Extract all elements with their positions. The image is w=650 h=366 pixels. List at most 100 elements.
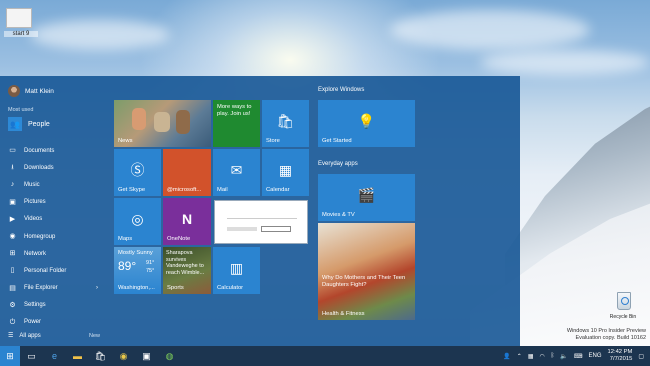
system-tray: 👤 ⌃ ▦ ◠ ᛒ 🔈 ⌨ ENG 12:42 PM 7/7/2015 ▢ [503,346,644,366]
power-icon: ⏻ [9,318,16,326]
file-explorer-button[interactable]: ▬ [66,346,89,366]
menu-item-file-explorer[interactable]: ▤ File Explorer › [0,280,110,297]
chrome-icon: ◉ [119,350,128,361]
start-menu-left-pane: Matt Klein Most used 👥 People ▭ Documents… [0,76,110,346]
skype-icon: Ⓢ [130,162,145,179]
tile-get-skype[interactable]: Ⓢ Get Skype [114,149,161,196]
menu-item-label: Pictures [24,199,46,206]
dialog-field [261,226,291,232]
folder-icon: ▬ [73,351,82,361]
menu-item-label: Homegroup [24,233,56,240]
menu-item-personal-folder[interactable]: ▯ Personal Folder [0,262,110,279]
tile-health-fitness[interactable]: Why Do Mothers and Their Teen Daughters … [318,223,415,320]
menu-item-homegroup[interactable]: ◉ Homegroup [0,228,110,245]
explore-windows-heading: Explore Windows [318,87,365,93]
recycle-bin-icon[interactable] [609,292,639,314]
store-promo-text: More ways to play. Join us! [217,104,252,117]
tile-label: Calculator [217,285,244,291]
menu-item-videos[interactable]: ▶ Videos [0,211,110,228]
tile-sports[interactable]: Sharapova survives Vandeweghe to reach W… [163,247,211,294]
settings-icon: ⚙ [9,301,16,309]
tile-get-started[interactable]: 💡 Get Started [318,100,415,147]
downloads-icon: ⭳ [11,164,14,172]
menu-item-power[interactable]: ⏻ Power [0,314,110,331]
edge-icon: e [51,351,57,361]
menu-item-documents[interactable]: ▭ Documents [0,142,110,159]
sports-headline: Sharapova survives Vandeweghe to reach W… [166,250,205,276]
menu-item-pictures[interactable]: ▣ Pictures [0,194,110,211]
weather-low: 75° [146,268,155,274]
watermark-line1: Windows 10 Pro Insider Preview [566,328,646,334]
weather-high: 91° [146,260,155,266]
wifi-icon[interactable]: ◠ [539,353,544,360]
network-tray-icon[interactable]: ▦ [528,353,534,360]
videos-icon: ▶ [9,215,16,223]
bluetooth-icon[interactable]: ᛒ [551,353,555,359]
tile-calculator[interactable]: ▥ Calculator [213,247,260,294]
most-used-item-people[interactable]: 👥 People [8,117,50,131]
store-icon: 🛍 [276,113,295,130]
store-button[interactable]: 🛍 [89,346,112,366]
windows-logo-icon: ⊞ [6,350,14,361]
task-view-button[interactable]: ▭ [20,346,43,366]
tile-onenote[interactable]: N OneNote [163,198,211,245]
tile-label: OneNote [167,236,191,242]
everyday-apps-heading: Everyday apps [318,161,358,167]
avatar [8,85,20,97]
start-menu: Matt Klein Most used 👥 People ▭ Documents… [0,76,520,346]
menu-item-music[interactable]: ♪ Music [0,176,110,193]
dialog-preview-thumbnail[interactable] [214,200,308,244]
tile-movies-tv[interactable]: 🎬 Movies & TV [318,174,415,221]
chevron-right-icon[interactable]: › [96,285,98,291]
desktop-file-icon[interactable] [6,8,32,28]
tile-mail[interactable]: ✉ Mail [213,149,260,196]
clock-date: 7/7/2015 [609,356,633,362]
start-button[interactable]: ⊞ [0,346,20,366]
paint-button[interactable]: ◍ [158,346,181,366]
tile-calendar[interactable]: ▦ Calendar [262,149,309,196]
paint-icon: ◍ [165,350,174,361]
tile-news[interactable]: News [114,100,211,147]
notifications-icon[interactable]: ▢ [638,353,644,360]
menu-item-network[interactable]: ⊞ Network [0,245,110,262]
tile-store[interactable]: 🛍 Store [262,100,309,147]
chevron-up-icon[interactable]: ⌃ [517,353,522,360]
tile-label: Movies & TV [322,212,355,218]
menu-item-label: Documents [24,147,55,154]
places-list: ▭ Documents ⭳ Downloads ♪ Music ▣ Pictures ▶… [0,142,110,331]
tile-store-promo[interactable]: More ways to play. Join us! [213,100,260,147]
menu-item-label: Personal Folder [24,267,67,274]
volume-icon[interactable]: 🔈 [560,353,567,360]
keyboard-icon[interactable]: ⌨ [574,353,583,360]
weather-condition: Mostly Sunny [118,250,153,256]
onenote-icon: N [181,211,193,228]
all-apps-button[interactable]: ☰ All apps [8,332,41,340]
tile-label: Washington,... [118,285,155,291]
tile-label: Get Skype [118,187,146,193]
user-account[interactable]: Matt Klein [8,85,54,97]
menu-item-downloads[interactable]: ⭳ Downloads [0,159,110,176]
calendar-icon: ▦ [278,162,293,179]
tile-weather[interactable]: Mostly Sunny 89° 91° 75° Washington,... [114,247,161,294]
task-view-icon: ▭ [27,350,36,361]
language-indicator[interactable]: ENG [589,353,602,359]
lightbulb-icon: 💡 [357,113,376,130]
build-watermark: Windows 10 Pro Insider Preview Evaluatio… [567,328,646,342]
people-tray-icon[interactable]: 👤 [503,353,510,360]
clock[interactable]: 12:42 PM 7/7/2015 [608,349,633,363]
taskbar: ⊞ ▭ e ▬ 🛍 ◉ ▣ ◍ 👤 ⌃ ▦ ◠ ᛒ 🔈 ⌨ ENG 12:42 … [0,346,650,366]
app-button[interactable]: ▣ [135,346,158,366]
tile-label: Mail [217,187,228,193]
weather-temperature: 89° [118,259,137,273]
movies-icon: 🎬 [357,187,376,204]
tile-twitter[interactable]: @microsoft... [163,149,211,196]
file-explorer-icon: ▤ [9,284,16,292]
menu-item-settings[interactable]: ⚙ Settings [0,297,110,314]
cloud [390,10,590,50]
people-icon: 👥 [8,117,22,131]
tile-label: Maps [118,236,133,242]
chrome-button[interactable]: ◉ [112,346,135,366]
edge-browser-button[interactable]: e [43,346,66,366]
tile-maps[interactable]: ◎ Maps [114,198,161,245]
cloud [30,20,170,50]
